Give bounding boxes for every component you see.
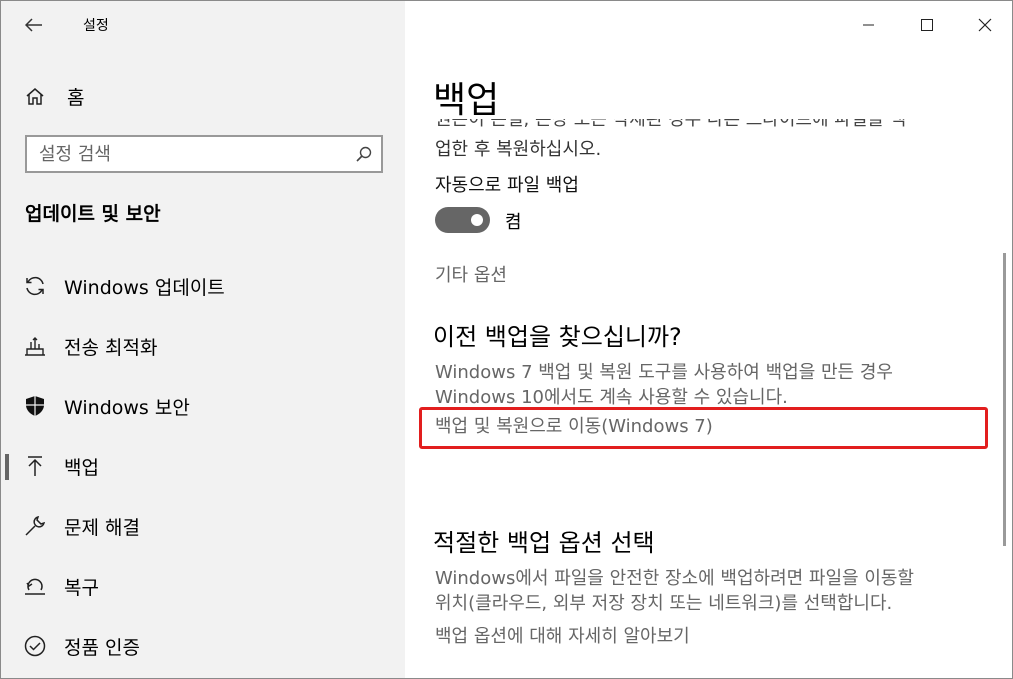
learn-more-link[interactable]: 백업 옵션에 대해 자세히 알아보기 xyxy=(435,622,690,648)
wrench-icon xyxy=(23,514,47,538)
sidebar-item-recovery[interactable]: 복구 xyxy=(1,556,405,616)
sidebar-nav: Windows 업데이트 전송 최적화 Windows 보안 백업 문제 해결 … xyxy=(1,256,405,676)
back-button[interactable] xyxy=(19,11,49,39)
more-options-link[interactable]: 기타 옵션 xyxy=(435,261,507,287)
sidebar-item-label: Windows 보안 xyxy=(64,396,190,419)
choose-line-1: Windows에서 파일을 안전한 장소에 백업하려면 파일을 이동할 xyxy=(435,568,914,589)
scrollbar[interactable] xyxy=(1003,253,1006,546)
sidebar-item-label: 전송 최적화 xyxy=(64,336,158,359)
minimize-button[interactable] xyxy=(840,1,898,49)
highlight-box xyxy=(419,407,988,449)
maximize-button[interactable] xyxy=(898,1,956,49)
page-title: 백업 xyxy=(433,80,500,121)
settings-window: 설정 홈 업데이트 및 보안 xyxy=(0,0,1013,679)
toggle-knob xyxy=(471,214,483,226)
auto-backup-toggle[interactable] xyxy=(435,207,490,233)
sidebar-item-troubleshoot[interactable]: 문제 해결 xyxy=(1,496,405,556)
close-button[interactable] xyxy=(956,1,1012,49)
section-title: 업데이트 및 보안 xyxy=(25,203,161,225)
choose-backup-heading: 적절한 백업 옵션 선택 xyxy=(433,529,655,557)
auto-backup-label: 자동으로 파일 백업 xyxy=(435,175,579,196)
sidebar: 설정 홈 업데이트 및 보안 xyxy=(1,1,405,678)
recovery-icon xyxy=(23,574,47,598)
sidebar-item-windows-update[interactable]: Windows 업데이트 xyxy=(1,256,405,316)
sidebar-item-delivery-optimization[interactable]: 전송 최적화 xyxy=(1,316,405,376)
main-content: 백업 원본이 손실, 손상 또는 삭제된 경우 다른 드라이브에 파일을 백 업… xyxy=(405,1,1012,678)
sidebar-item-windows-security[interactable]: Windows 보안 xyxy=(1,376,405,436)
check-circle-icon xyxy=(23,634,47,658)
search-icon[interactable] xyxy=(355,145,373,167)
older-backup-description: Windows 7 백업 및 복원 도구를 사용하여 백업을 만든 경우 Win… xyxy=(435,360,995,410)
backup-arrow-icon xyxy=(23,454,47,478)
maximize-icon xyxy=(921,19,933,31)
toggle-state-label: 켬 xyxy=(505,212,522,233)
older-backup-line-1: Windows 7 백업 및 복원 도구를 사용하여 백업을 만든 경우 xyxy=(435,362,893,383)
window-controls xyxy=(840,1,1012,49)
choose-line-2: 위치(클라우드, 외부 저장 장치 또는 네트워크)를 선택합니다. xyxy=(435,593,893,614)
sidebar-item-activation[interactable]: 정품 인증 xyxy=(1,616,405,676)
choose-backup-description: Windows에서 파일을 안전한 장소에 백업하려면 파일을 이동할 위치(클… xyxy=(435,566,995,616)
app-title: 설정 xyxy=(83,18,109,34)
refresh-icon xyxy=(23,274,47,298)
sidebar-item-label: 문제 해결 xyxy=(64,516,140,539)
sidebar-item-label: 백업 xyxy=(64,456,99,479)
search-input[interactable] xyxy=(27,137,327,171)
back-arrow-icon xyxy=(25,18,42,32)
home-icon xyxy=(25,87,55,105)
sidebar-item-label: 복구 xyxy=(64,576,99,599)
restore-description: 업한 후 복원하십시오. xyxy=(435,139,602,160)
delivery-optimization-icon xyxy=(23,334,47,358)
sidebar-item-label: Windows 업데이트 xyxy=(64,276,225,299)
search-box[interactable] xyxy=(25,135,383,173)
home-label: 홈 xyxy=(67,86,85,109)
older-backup-heading: 이전 백업을 찾으십니까? xyxy=(433,323,682,351)
clipped-line: 원본이 손실, 손상 또는 삭제된 경우 다른 드라이브에 파일을 백 xyxy=(435,119,907,130)
clipped-description: 원본이 손실, 손상 또는 삭제된 경우 다른 드라이브에 파일을 백 xyxy=(435,119,995,133)
titlebar: 설정 xyxy=(1,1,405,49)
close-icon xyxy=(978,18,992,32)
minimize-icon xyxy=(863,24,874,26)
sidebar-item-label: 정품 인증 xyxy=(64,636,140,659)
sidebar-item-backup[interactable]: 백업 xyxy=(1,436,405,496)
shield-icon xyxy=(23,394,47,418)
